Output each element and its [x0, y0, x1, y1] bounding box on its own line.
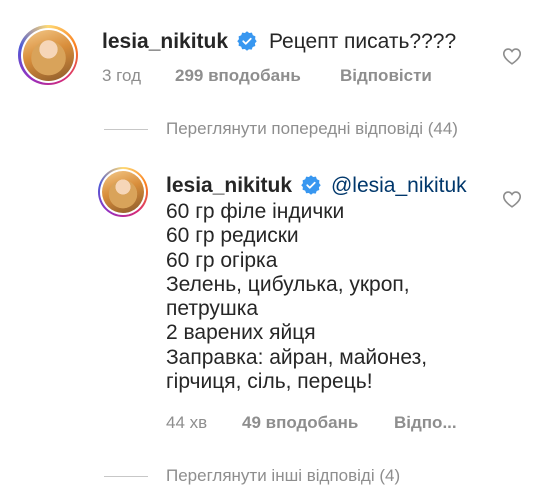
- comment-2-reply-button[interactable]: Відпо...: [394, 413, 457, 433]
- verified-badge-icon: [300, 175, 321, 195]
- heart-icon[interactable]: [502, 47, 522, 65]
- comment-line: Заправка: айран, майонез,: [166, 345, 428, 369]
- divider-line: [104, 476, 148, 477]
- comment-1-likes[interactable]: 299 вподобань: [175, 66, 301, 86]
- heart-icon[interactable]: [502, 190, 522, 208]
- comment-2-time: 44 хв: [166, 413, 208, 432]
- comment-line: гірчиця, сіль, перець!: [166, 370, 373, 394]
- comment-2-username[interactable]: lesia_nikituk: [166, 174, 292, 197]
- comment-line: 60 гр огірка: [166, 248, 278, 272]
- comment-line: 2 варених яйця: [166, 321, 316, 345]
- comment-line: Зелень, цибулька, укроп,: [166, 272, 410, 296]
- comment-1-reply-button[interactable]: Відповісти: [340, 66, 432, 86]
- divider-line: [104, 129, 148, 130]
- comment-line: 60 гр редиски: [166, 224, 299, 248]
- comment-line: 60 гр філе індички: [166, 200, 345, 223]
- comment-2-body: 60 гр філе індички 60 гр редиски 60 гр о…: [166, 200, 427, 394]
- comment-1-username[interactable]: lesia_nikituk: [102, 30, 228, 53]
- comment-1-header: lesia_nikituk Рецепт писать????: [102, 30, 456, 54]
- comment-2-mention[interactable]: @lesia_nikituk: [331, 174, 467, 197]
- view-more-replies[interactable]: Переглянути інші відповіді (4): [166, 466, 400, 486]
- comment-2-header: lesia_nikituk @lesia_nikituk: [166, 174, 467, 198]
- comment-line: петрушка: [166, 297, 259, 321]
- comment-1-time: 3 год: [102, 66, 142, 85]
- view-previous-replies[interactable]: Переглянути попередні відповіді (44): [166, 119, 458, 139]
- avatar-photo: [22, 29, 74, 81]
- comment-2-likes[interactable]: 49 вподобань: [242, 413, 358, 433]
- avatar-2[interactable]: [98, 167, 148, 217]
- avatar-photo: [102, 171, 144, 213]
- comment-1-text: Рецепт писать????: [268, 30, 457, 53]
- avatar-1[interactable]: [18, 25, 78, 85]
- verified-badge-icon: [236, 31, 257, 51]
